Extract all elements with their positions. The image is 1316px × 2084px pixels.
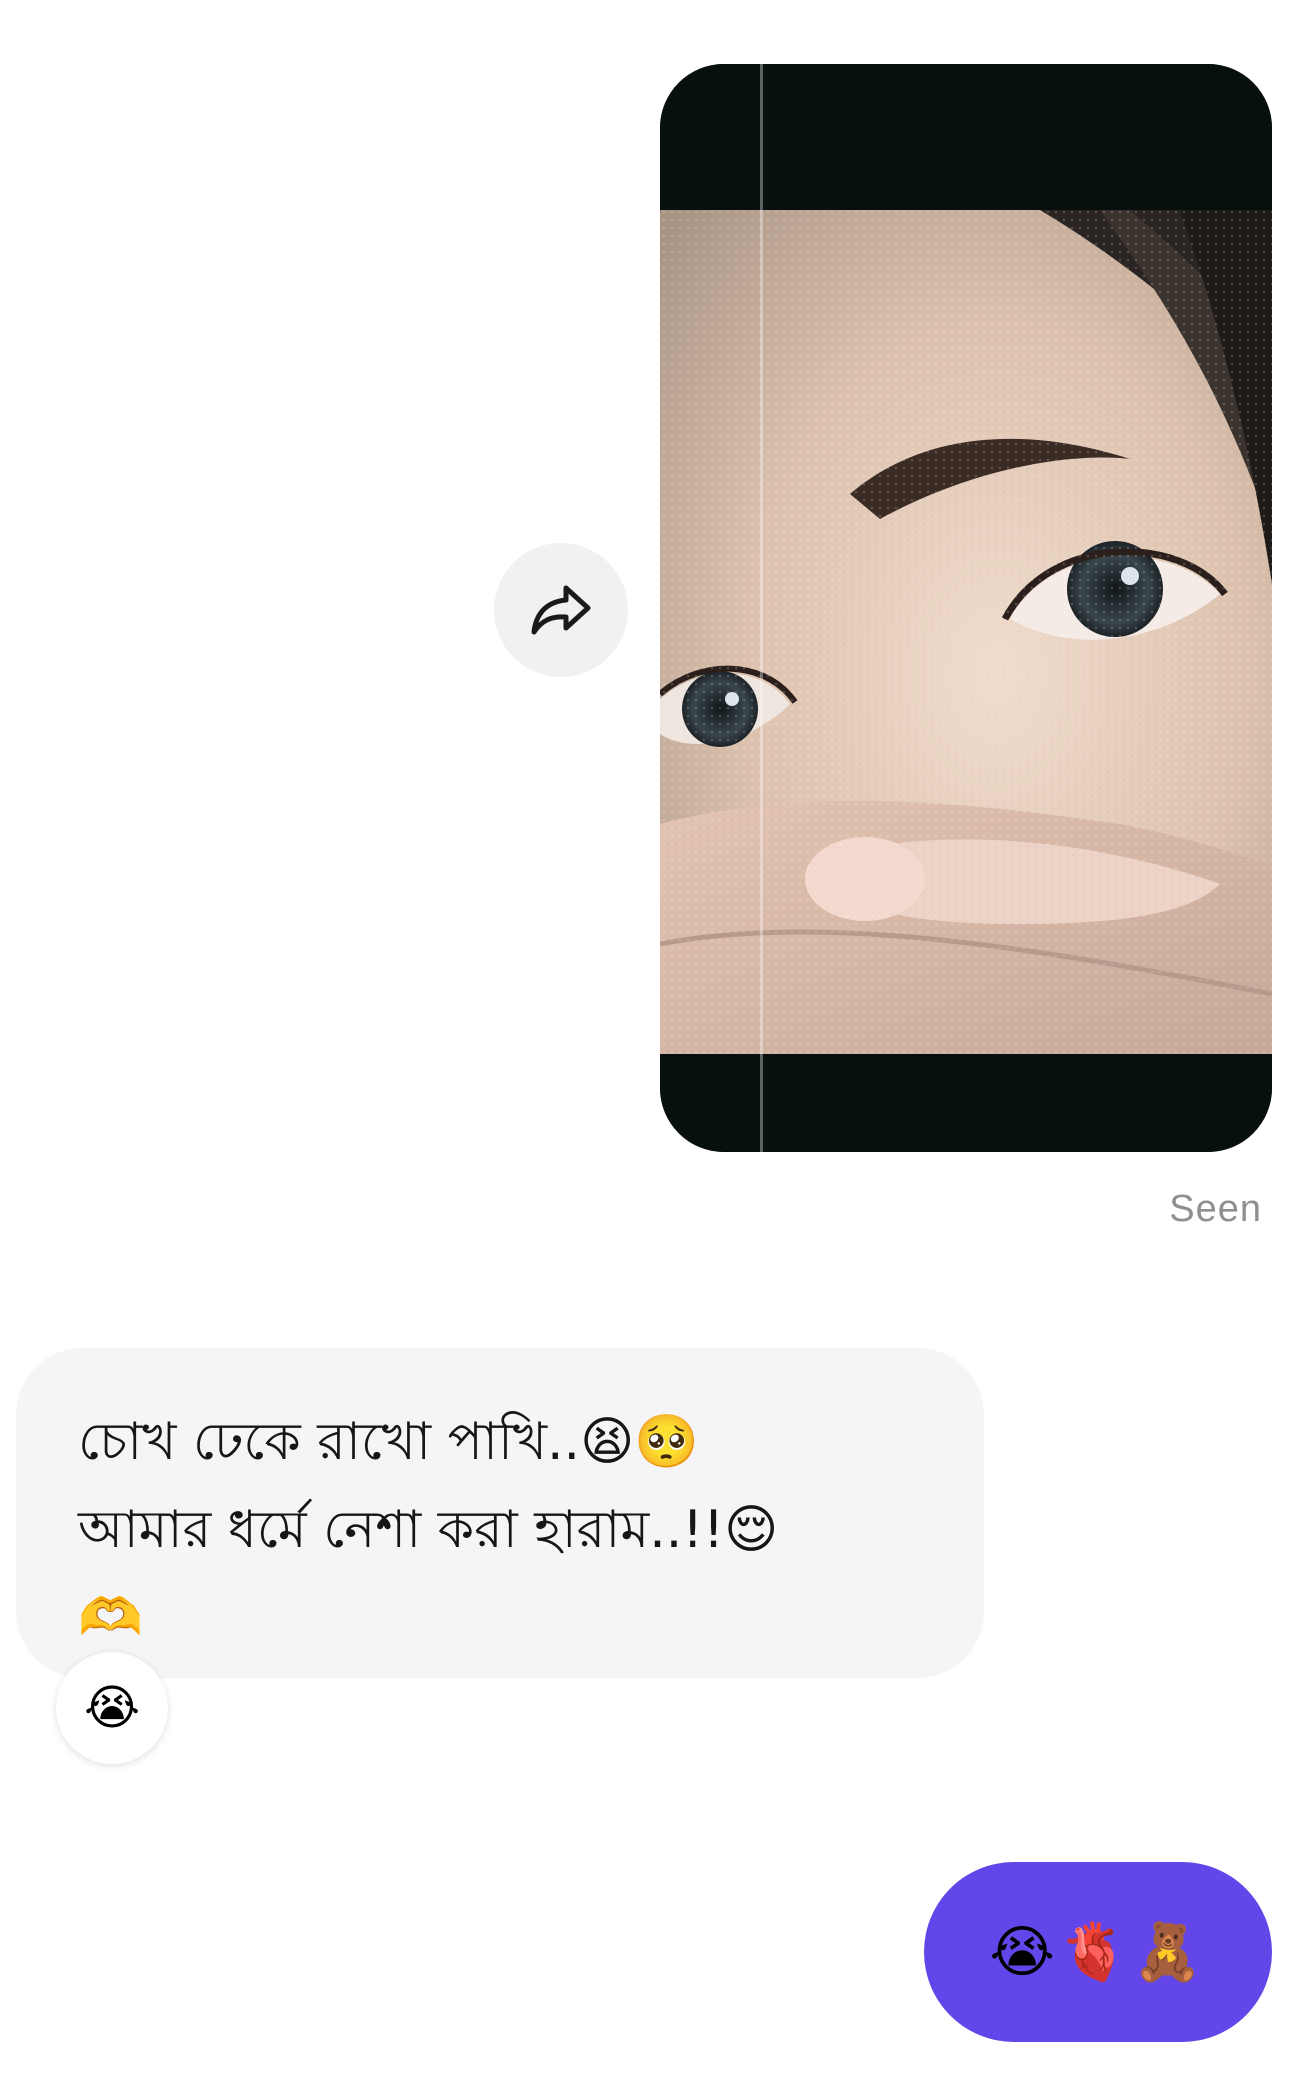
incoming-message-bubble[interactable]: চোখ ঢেকে রাখো পাখি..😫🥺 আমার ধর্মে নেশা ক… bbox=[16, 1348, 984, 1678]
sent-photo-message[interactable] bbox=[660, 64, 1272, 1152]
outgoing-message-bubble[interactable]: 😭🫀🧸 bbox=[924, 1862, 1272, 2042]
share-button[interactable] bbox=[494, 543, 628, 677]
photo-image bbox=[660, 64, 1272, 1152]
share-arrow-icon bbox=[531, 585, 591, 635]
seen-status: Seen bbox=[1169, 1188, 1262, 1230]
incoming-message-text: চোখ ঢেকে রাখো পাখি..😫🥺 আমার ধর্মে নেশা ক… bbox=[78, 1412, 779, 1648]
message-reaction[interactable]: 😭 bbox=[56, 1652, 168, 1764]
